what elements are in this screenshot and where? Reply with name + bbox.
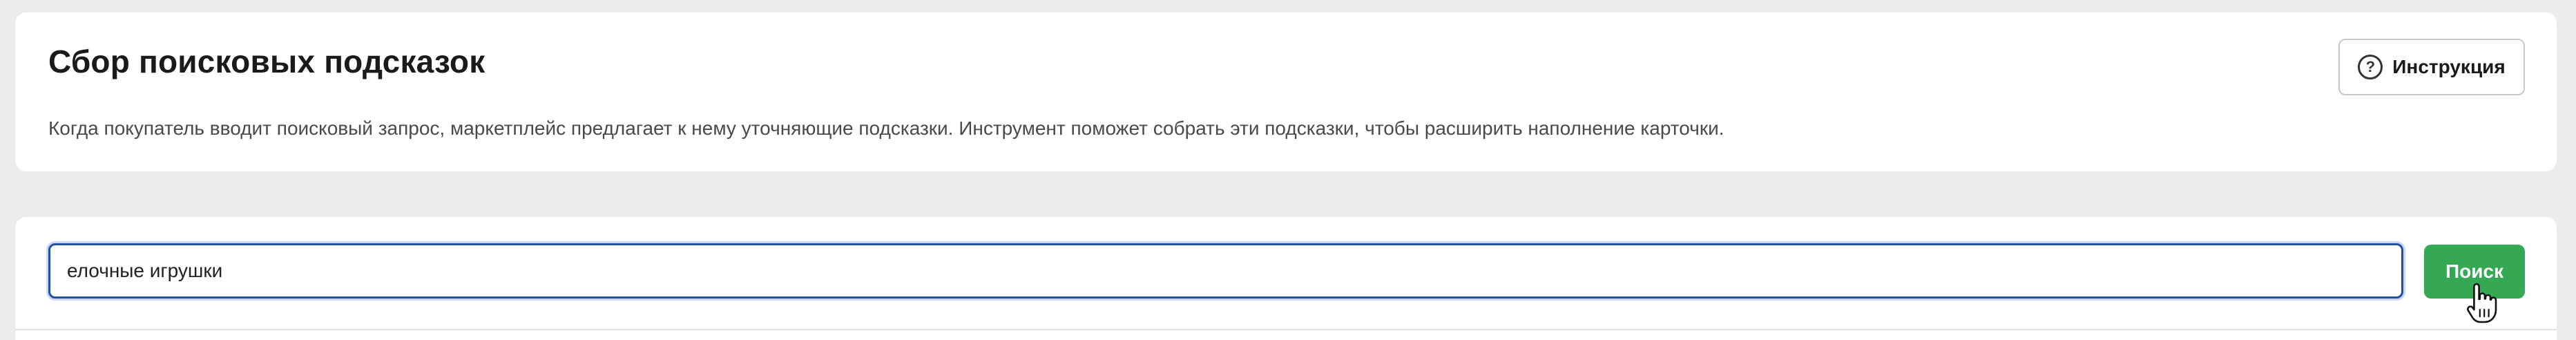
divider [15,329,2557,330]
page-title: Сбор поисковых подсказок [48,44,486,79]
page: Сбор поисковых подсказок Когда покупател… [0,0,2576,340]
search-card: Поиск [15,217,2557,340]
page-description: Когда покупатель вводит поисковый запрос… [48,117,1724,139]
search-input[interactable] [48,243,2403,299]
instruction-button-label: Инструкция [2392,56,2506,77]
header-card: Сбор поисковых подсказок Когда покупател… [15,12,2557,171]
help-circle-icon: ? [2358,55,2383,79]
instruction-button[interactable]: ? Инструкция [2338,39,2525,95]
hand-pointer-icon [2467,283,2497,323]
